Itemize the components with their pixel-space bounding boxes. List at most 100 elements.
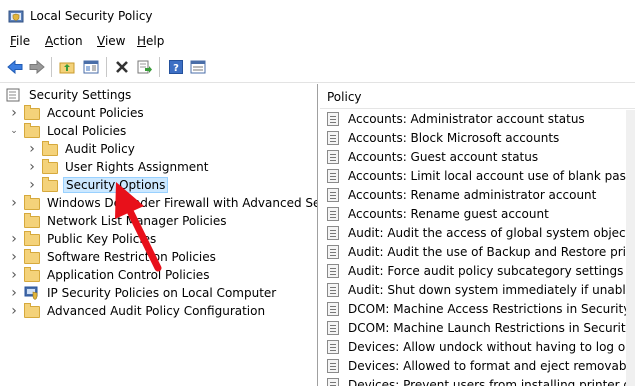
tree-item-local-policies[interactable]: ⌄ Local Policies	[8, 122, 128, 140]
back-icon[interactable]	[6, 58, 24, 76]
folder-icon	[24, 249, 40, 264]
delete-icon[interactable]	[113, 58, 131, 76]
properties-icon[interactable]	[189, 58, 207, 76]
folder-icon	[24, 303, 40, 318]
policy-name: DCOM: Machine Access Restrictions in Sec…	[348, 301, 635, 316]
tree-item-label: Application Control Policies	[47, 268, 210, 282]
toolbar: ?	[0, 52, 635, 83]
expand-chevron-icon[interactable]: ›	[26, 177, 38, 193]
folder-icon	[24, 267, 40, 282]
policy-row[interactable]: Audit: Audit the use of Backup and Resto…	[320, 242, 635, 261]
policy-setting-icon	[327, 206, 341, 221]
policy-setting-icon	[327, 320, 341, 335]
security-settings-icon	[6, 88, 22, 102]
security-policy-icon	[8, 9, 24, 28]
policy-setting-icon	[327, 130, 341, 145]
policy-name: DCOM: Machine Launch Restrictions in Sec…	[348, 320, 635, 335]
tree-item-network-list-manager-policies[interactable]: Network List Manager Policies	[8, 212, 229, 230]
menu-help[interactable]: Help	[137, 34, 164, 48]
policy-name: Audit: Force audit policy subcategory se…	[348, 263, 635, 278]
tree-item-security-settings[interactable]: ⌄Security Settings	[6, 86, 133, 104]
tree-item-public-key-policies[interactable]: › Public Key Policies	[8, 230, 158, 248]
export-list-icon[interactable]	[136, 58, 154, 76]
policy-row[interactable]: Audit: Force audit policy subcategory se…	[320, 261, 635, 280]
window-title: Local Security Policy	[30, 9, 153, 23]
policy-list: Policy Accounts: Administrator account s…	[320, 84, 635, 386]
policy-row[interactable]: Accounts: Rename administrator account	[320, 185, 596, 204]
policy-row[interactable]: Accounts: Administrator account status	[320, 109, 585, 128]
policy-setting-icon	[327, 282, 341, 297]
menu-bar: File Action View Help	[0, 31, 635, 52]
expand-chevron-icon[interactable]: ›	[8, 105, 20, 121]
policy-name: Accounts: Guest account status	[348, 149, 539, 164]
tree-item-software-restriction-policies[interactable]: › Software Restriction Policies	[8, 248, 218, 266]
tree-item-audit-policy[interactable]: › Audit Policy	[26, 140, 137, 158]
expand-chevron-icon[interactable]: ›	[8, 303, 20, 319]
expand-chevron-icon[interactable]: ›	[8, 285, 20, 301]
policy-name: Audit: Shut down system immediately if u…	[348, 282, 635, 297]
column-header-policy[interactable]: Policy	[320, 84, 635, 109]
policy-row[interactable]: Audit: Shut down system immediately if u…	[320, 280, 635, 299]
title-bar: Local Security Policy	[0, 0, 635, 31]
folder-icon	[24, 123, 40, 138]
policy-row[interactable]: Accounts: Block Microsoft accounts	[320, 128, 559, 147]
tree-item-label: Account Policies	[47, 106, 144, 120]
folder-icon	[42, 177, 58, 192]
policy-name: Accounts: Limit local account use of bla…	[348, 168, 635, 183]
vertical-scrollbar[interactable]	[626, 110, 635, 386]
tree-item-windows-defender-firewall-with-advanced-security[interactable]: › Windows Defender Firewall with Advanced…	[8, 194, 317, 212]
policy-row[interactable]: Accounts: Rename guest account	[320, 204, 549, 223]
up-folder-icon[interactable]	[58, 58, 76, 76]
expand-chevron-icon[interactable]: ›	[26, 159, 38, 175]
policy-setting-icon	[327, 225, 341, 240]
show-hide-tree-icon[interactable]	[82, 58, 100, 76]
expand-chevron-icon[interactable]: ›	[8, 231, 20, 247]
tree-item-label: Public Key Policies	[47, 232, 157, 246]
policy-setting-icon	[327, 339, 341, 354]
tree-item-application-control-policies[interactable]: › Application Control Policies	[8, 266, 211, 284]
tree-item-label: IP Security Policies on Local Computer	[47, 286, 277, 300]
expand-chevron-icon[interactable]: ›	[8, 267, 20, 283]
policy-name: Devices: Allow undock without having to …	[348, 339, 633, 354]
tree-item-advanced-audit-policy-configuration[interactable]: › Advanced Audit Policy Configuration	[8, 302, 267, 320]
policy-row[interactable]: DCOM: Machine Launch Restrictions in Sec…	[320, 318, 635, 337]
collapse-chevron-icon[interactable]: ⌄	[8, 125, 20, 137]
tree-item-user-rights-assignment[interactable]: › User Rights Assignment	[26, 158, 210, 176]
folder-icon	[42, 141, 58, 156]
policy-name: Audit: Audit the access of global system…	[348, 225, 635, 240]
expand-chevron-icon[interactable]: ›	[26, 141, 38, 157]
policy-row[interactable]: Devices: Allow undock without having to …	[320, 337, 633, 356]
policy-row[interactable]: Accounts: Limit local account use of bla…	[320, 166, 635, 185]
policy-name: Accounts: Block Microsoft accounts	[348, 130, 560, 145]
policy-setting-icon	[327, 301, 341, 316]
policy-name: Devices: Allowed to format and eject rem…	[348, 358, 635, 373]
expand-chevron-icon[interactable]: ›	[8, 195, 20, 211]
tree-item-label: Security Settings	[29, 88, 132, 102]
policy-setting-icon	[327, 244, 341, 259]
folder-icon	[24, 195, 40, 210]
policy-row[interactable]: Devices: Allowed to format and eject rem…	[320, 356, 635, 375]
menu-file[interactable]: File	[10, 34, 30, 48]
tree-item-label: Audit Policy	[65, 142, 135, 156]
tree-item-ip-security-policies-on-local-computer[interactable]: › IP Security Policies on Local Computer	[8, 284, 278, 302]
policy-row[interactable]: DCOM: Machine Access Restrictions in Sec…	[320, 299, 635, 318]
policy-name: Accounts: Rename guest account	[348, 206, 549, 221]
policy-name: Accounts: Rename administrator account	[348, 187, 597, 202]
tree-item-security-options[interactable]: › Security Options	[26, 176, 169, 194]
menu-view[interactable]: View	[97, 34, 125, 48]
tree-item-label: Network List Manager Policies	[47, 214, 227, 228]
expand-chevron-icon[interactable]: ›	[8, 249, 20, 265]
tree-item-account-policies[interactable]: › Account Policies	[8, 104, 146, 122]
menu-action[interactable]: Action	[45, 34, 83, 48]
policy-setting-icon	[327, 358, 341, 373]
policy-row[interactable]: Audit: Audit the access of global system…	[320, 223, 635, 242]
policy-row[interactable]: Devices: Prevent users from installing p…	[320, 375, 635, 386]
policy-setting-icon	[327, 187, 341, 202]
help-icon[interactable]: ?	[167, 58, 185, 76]
svg-text:?: ?	[173, 63, 179, 74]
tree-item-label: Windows Defender Firewall with Advanced …	[47, 196, 317, 210]
forward-icon[interactable]	[28, 58, 46, 76]
column-header-label: Policy	[327, 90, 362, 104]
policy-row[interactable]: Accounts: Guest account status	[320, 147, 538, 166]
folder-icon	[24, 213, 40, 228]
